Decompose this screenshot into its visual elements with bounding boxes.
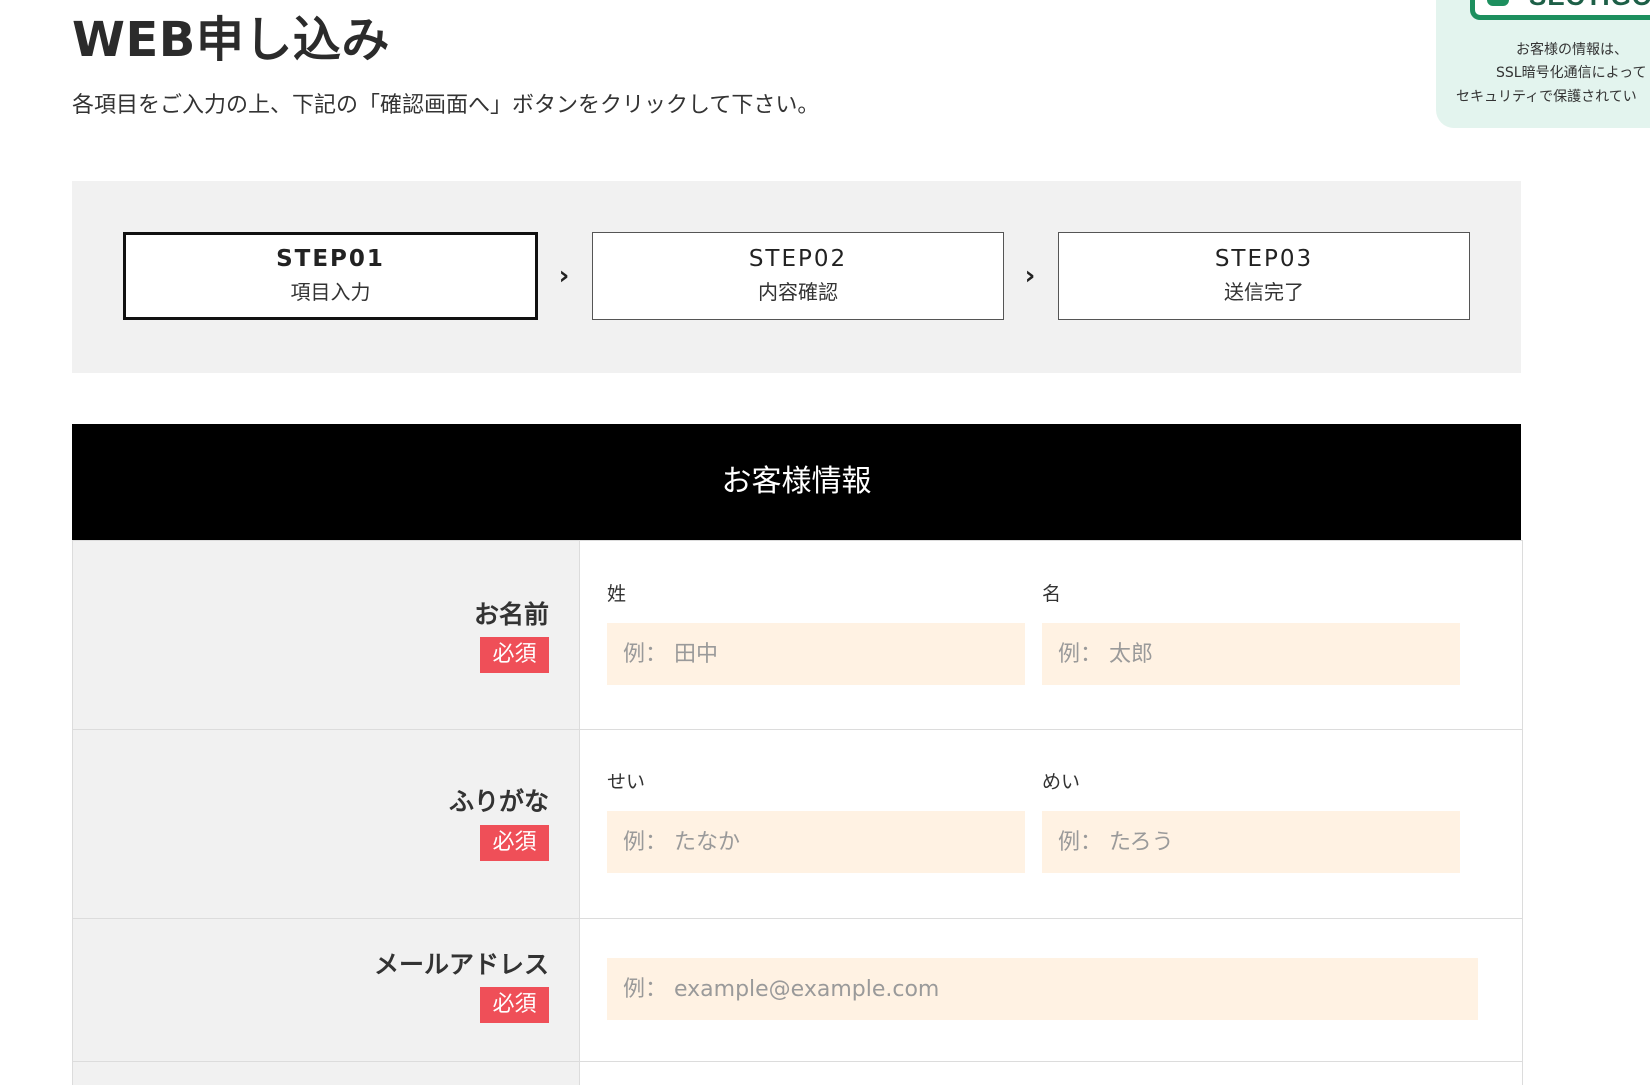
form-row-name: お名前 必須 姓 名 xyxy=(73,540,1522,729)
required-badge: 必須 xyxy=(480,987,549,1023)
ssl-text-line-3: セキュリティで保護されてい xyxy=(1456,89,1637,105)
last-name-label: 姓 xyxy=(607,583,627,605)
row-label-cell: メールアドレス 必須 xyxy=(73,919,580,1061)
first-name-kana-input[interactable] xyxy=(1042,811,1460,873)
last-name-input[interactable] xyxy=(607,623,1025,685)
first-name-label: 名 xyxy=(1042,583,1062,605)
first-name-kana-label: めい xyxy=(1042,771,1081,793)
required-badge: 必須 xyxy=(480,825,549,861)
email-label: メールアドレス xyxy=(373,950,549,979)
step-label: 送信完了 xyxy=(1224,280,1304,304)
ssl-security-badge: SECTIGO お客様の情報は、 SSL暗号化通信によって セキュリティで保護さ… xyxy=(1436,0,1650,128)
step-label: 内容確認 xyxy=(758,280,838,304)
form-row-email: メールアドレス 必須 xyxy=(73,918,1522,1061)
furigana-label: ふりがな xyxy=(448,787,549,816)
last-name-kana-input[interactable] xyxy=(607,811,1025,873)
row-label-cell: ふりがな 必須 xyxy=(73,730,580,918)
step-label: 項目入力 xyxy=(290,280,371,304)
first-name-input[interactable] xyxy=(1042,623,1460,685)
step-number: STEP03 xyxy=(1214,246,1314,272)
chevron-right-icon: › xyxy=(1024,261,1036,291)
row-label-cell: お名前 必須 xyxy=(73,541,580,729)
email-input[interactable] xyxy=(607,958,1478,1020)
step-02: STEP02 内容確認 xyxy=(592,232,1004,320)
step-number: STEP01 xyxy=(276,246,385,272)
step-01-current: STEP01 項目入力 xyxy=(123,232,538,320)
page-title: WEB申し込み xyxy=(72,12,390,68)
sectigo-mark-icon xyxy=(1487,0,1509,6)
form-row-next xyxy=(73,1061,1522,1085)
row-label-cell xyxy=(73,1062,580,1085)
required-badge: 必須 xyxy=(480,637,549,673)
page-description: 各項目をご入力の上、下記の「確認画面へ」ボタンをクリックして下さい。 xyxy=(72,93,820,118)
chevron-right-icon: › xyxy=(558,261,570,291)
section-header-customer-info: お客様情報 xyxy=(72,424,1521,540)
step-indicator: STEP01 項目入力 › STEP02 内容確認 › STEP03 送信完了 xyxy=(72,181,1521,373)
ssl-text-line-2: SSL暗号化通信によって xyxy=(1496,65,1647,81)
name-label: お名前 xyxy=(473,600,549,629)
ssl-text-line-1: お客様の情報は、 xyxy=(1516,42,1628,58)
step-number: STEP02 xyxy=(748,246,848,272)
last-name-kana-label: せい xyxy=(607,771,646,793)
sectigo-logo: SECTIGO xyxy=(1470,0,1650,20)
page: WEB申し込み 各項目をご入力の上、下記の「確認画面へ」ボタンをクリックして下さ… xyxy=(0,0,1650,1085)
customer-info-form: お名前 必須 姓 名 ふりがな 必須 せい めい xyxy=(72,540,1523,1085)
form-row-furigana: ふりがな 必須 せい めい xyxy=(73,729,1522,918)
sectigo-logo-text: SECTIGO xyxy=(1529,0,1650,10)
step-03: STEP03 送信完了 xyxy=(1058,232,1470,320)
